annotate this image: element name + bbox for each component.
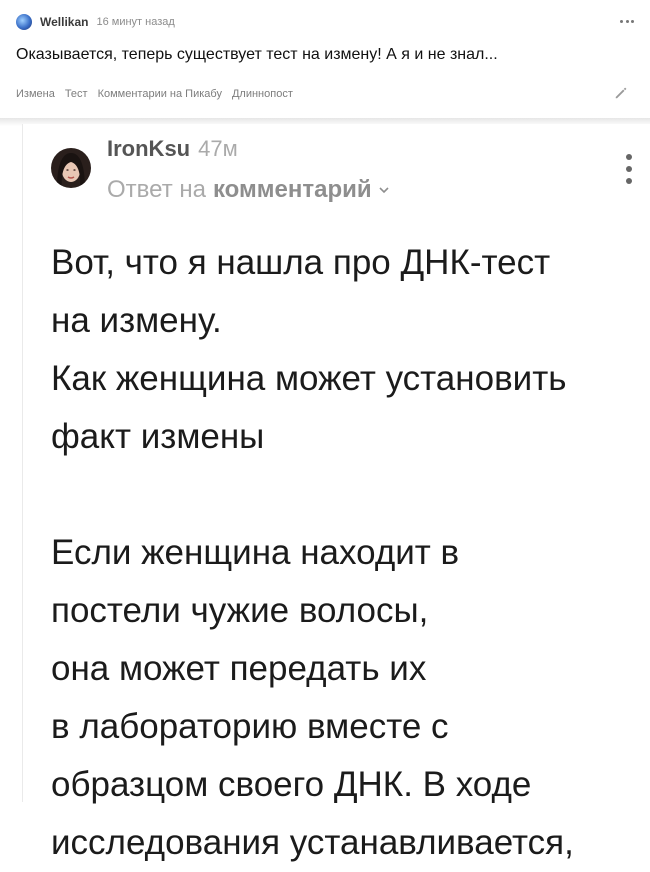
post-author-name[interactable]: Wellikan (40, 15, 88, 29)
post-tags: Измена Тест Комментарии на Пикабу Длинно… (16, 88, 293, 100)
reply-to[interactable]: Ответ на комментарий (107, 176, 390, 204)
comment-author-name[interactable]: IronKsu (107, 136, 190, 161)
post-title[interactable]: Оказывается, теперь существует тест на и… (16, 46, 498, 64)
more-vertical-icon[interactable] (625, 154, 633, 184)
planet-icon[interactable] (16, 14, 32, 30)
comment-author: IronKsu 47м (107, 136, 238, 162)
comment-card: IronKsu 47м Ответ на комментарий Вот, что… (22, 124, 650, 862)
tag-link[interactable]: Длиннопост (232, 88, 293, 100)
comment-time: 47м (198, 136, 238, 161)
post-author-row: Wellikan 16 минут назад (16, 12, 175, 32)
reply-prefix: Ответ на (107, 176, 206, 203)
post-header: Wellikan 16 минут назад Оказывается, теп… (0, 0, 650, 118)
chevron-down-icon[interactable] (378, 184, 390, 196)
comment-body: Вот, что я нашла про ДНК-тест на измену.… (51, 243, 574, 862)
tag-link[interactable]: Тест (65, 88, 88, 100)
pencil-icon[interactable] (614, 86, 628, 100)
tag-link[interactable]: Комментарии на Пикабу (98, 88, 222, 100)
more-horizontal-icon[interactable] (620, 14, 634, 28)
tag-link[interactable]: Измена (16, 88, 55, 100)
reply-target[interactable]: комментарий (213, 176, 372, 204)
avatar[interactable] (51, 148, 91, 188)
post-time: 16 минут назад (96, 16, 175, 28)
